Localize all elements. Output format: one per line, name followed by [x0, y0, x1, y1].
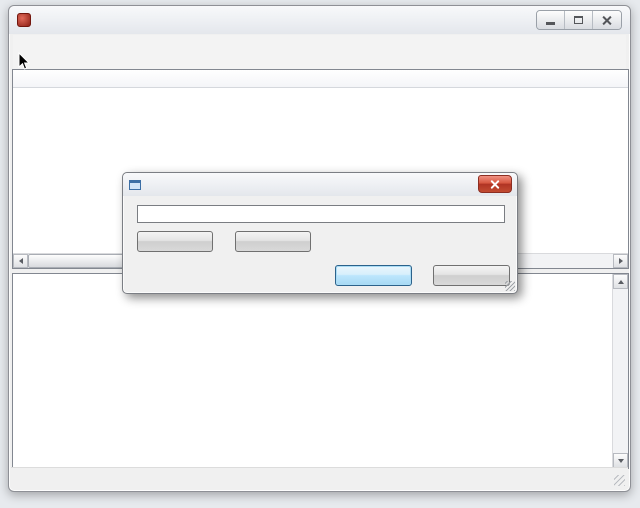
arrow-right-icon	[618, 258, 623, 264]
mouse-cursor	[18, 52, 31, 70]
dialog-close-button[interactable]	[478, 175, 512, 193]
select-folder-dialog	[122, 172, 518, 294]
app-icon	[17, 13, 31, 27]
close-icon	[602, 15, 612, 25]
scroll-left-button[interactable]	[13, 254, 28, 268]
cancel-button[interactable]	[433, 265, 510, 286]
status-bar	[11, 467, 628, 489]
browse-button[interactable]	[137, 231, 213, 252]
scroll-up-button[interactable]	[613, 274, 628, 289]
list-header	[13, 70, 628, 88]
default-button[interactable]	[235, 231, 311, 252]
window-resize-grip[interactable]	[614, 475, 625, 486]
close-button[interactable]	[593, 11, 621, 29]
window-controls	[536, 10, 622, 30]
scroll-right-button[interactable]	[613, 254, 628, 268]
cookie-detail-pane	[12, 273, 629, 469]
folder-path-input[interactable]	[137, 205, 505, 223]
vertical-scrollbar[interactable]	[612, 274, 628, 468]
ok-button[interactable]	[335, 265, 412, 286]
desktop	[0, 0, 640, 508]
minimize-button[interactable]	[537, 11, 565, 29]
dialog-icon	[129, 179, 141, 190]
menu-bar	[13, 35, 626, 52]
dialog-title-bar[interactable]	[123, 173, 517, 196]
maximize-button[interactable]	[565, 11, 593, 29]
arrow-down-icon	[617, 458, 624, 463]
scroll-down-button[interactable]	[613, 453, 628, 468]
arrow-up-icon	[617, 279, 624, 284]
minimize-icon	[546, 22, 555, 25]
close-icon	[491, 180, 500, 189]
dialog-resize-grip[interactable]	[505, 281, 515, 291]
arrow-left-icon	[18, 258, 23, 264]
maximize-icon	[574, 16, 583, 24]
